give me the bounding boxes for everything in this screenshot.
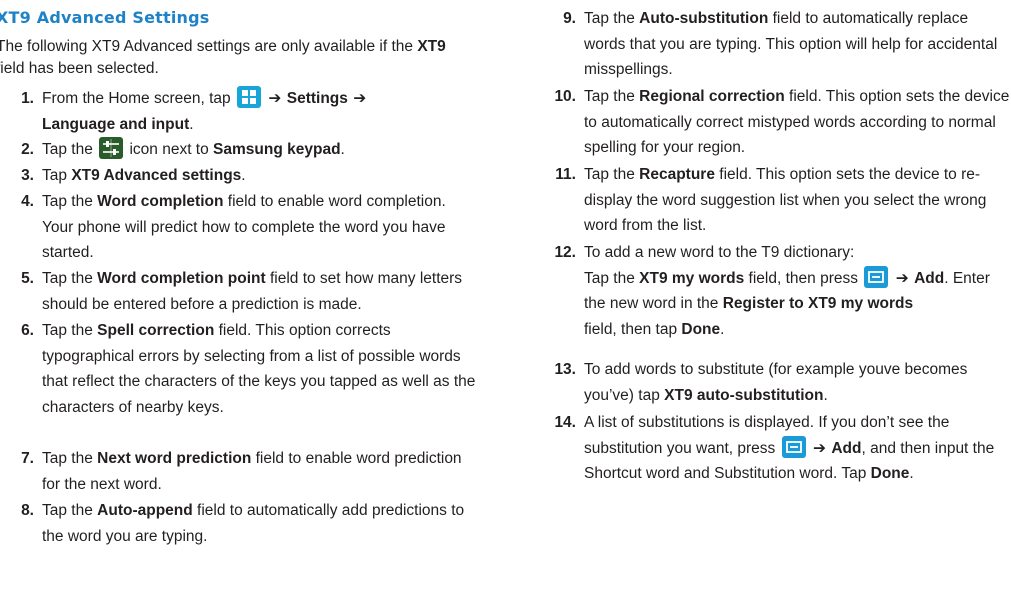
step-8: Tap the Auto-append field to automatical…	[42, 498, 478, 549]
step-text: Tap the	[584, 88, 640, 105]
step-2: Tap the icon next to Samsung keypad.	[42, 137, 478, 163]
step-bold: Register to XT9 my words	[722, 295, 914, 312]
intro-text-end: field has been selected.	[0, 60, 159, 77]
step-text: Tap	[42, 167, 72, 184]
step-11: Tap the Recapture field. This option set…	[584, 162, 1011, 239]
step-text: Tap the	[42, 502, 98, 519]
step-bold: Word completion	[97, 193, 224, 210]
apps-grid-icon	[236, 86, 261, 108]
menu-key-icon	[781, 435, 806, 458]
step-text: field, then press	[744, 269, 863, 287]
step-number: 3.	[21, 167, 34, 184]
step-text: Tap the	[42, 322, 98, 339]
step-text: Tap the	[42, 270, 98, 287]
step-5: Tap the Word completion point field to s…	[42, 266, 478, 317]
step-bold: Add	[831, 439, 862, 457]
step-number: 13.	[554, 361, 576, 378]
step-text: .	[909, 465, 914, 482]
step-number: 5.	[21, 270, 34, 287]
intro-bold-xt9: XT9	[417, 38, 446, 55]
step-number: 6.	[21, 322, 34, 339]
step-bold: Recapture	[639, 166, 715, 183]
step-bold: Auto-substitution	[639, 10, 769, 27]
step-text: Tap the	[42, 450, 98, 467]
step-bold: Spell correction	[97, 322, 215, 339]
arrow-icon: ➔	[262, 89, 287, 107]
step-bold: Done	[681, 320, 721, 338]
step-number: 4.	[21, 193, 34, 210]
arrow-icon: ➔	[807, 438, 832, 457]
step-3: Tap XT9 Advanced settings.	[42, 163, 478, 189]
step-number: 10.	[554, 88, 576, 105]
step-text: Tap the	[42, 193, 98, 210]
step-10: Tap the Regional correction field. This …	[584, 84, 1011, 161]
step-9: Tap the Auto-substitution field to autom…	[584, 6, 1011, 83]
step-text: Tap the	[584, 10, 640, 27]
step-bold: Settings	[286, 90, 348, 107]
step-1: From the Home screen, tap ➔ Settings ➔ L…	[42, 86, 478, 137]
step-bold: XT9 auto-substitution	[664, 386, 824, 404]
step-text: Tap the	[584, 269, 640, 287]
arrow-icon: ➔	[347, 89, 367, 107]
step-number: 2.	[21, 141, 34, 158]
step-bold: XT9 Advanced settings	[71, 167, 242, 184]
step-bold: Regional correction	[639, 88, 785, 105]
step-text: field, then tap	[584, 320, 682, 338]
step-bold: Samsung keypad	[213, 141, 341, 158]
step-bold: Done	[870, 465, 910, 482]
step-12: To add a new word to the T9 dictionary: T…	[584, 240, 1011, 342]
step-text: .	[241, 167, 246, 184]
intro-text: The following XT9 Advanced settings are …	[0, 38, 418, 55]
step-text: Tap the	[584, 166, 640, 183]
step-bold: Language and input	[42, 115, 190, 133]
step-bold: Add	[914, 269, 945, 287]
step-bold: Auto-append	[97, 502, 193, 519]
section-title: XT9 Advanced Settings	[0, 8, 210, 27]
arrow-icon: ➔	[890, 268, 915, 287]
step-bold: XT9 my words	[639, 269, 745, 287]
step-number: 1.	[21, 90, 34, 107]
step-text: From the Home screen, tap	[42, 90, 235, 107]
step-bold: Next word prediction	[97, 450, 252, 467]
menu-key-icon	[864, 265, 889, 288]
step-number: 12.	[554, 244, 576, 261]
step-number: 11.	[555, 166, 576, 183]
step-6: Tap the Spell correction field. This opt…	[42, 318, 478, 420]
step-text: Tap the	[42, 141, 98, 158]
manual-page: XT9 Advanced Settings The following XT9 …	[0, 0, 1011, 602]
step-text: To add a new word to the T9 dictionary:	[584, 244, 855, 261]
step-14: A list of substitutions is displayed. If…	[584, 410, 1011, 487]
step-7: Tap the Next word prediction field to en…	[42, 446, 478, 497]
step-13: To add words to substitute (for example …	[584, 357, 1011, 408]
step-text: .	[720, 320, 725, 338]
step-number: 7.	[21, 450, 34, 467]
step-number: 9.	[563, 10, 576, 27]
keypad-settings-icon	[99, 137, 124, 159]
intro-paragraph: The following XT9 Advanced settings are …	[0, 36, 472, 80]
step-text: icon next to	[125, 141, 214, 158]
step-bold: Word completion point	[97, 270, 266, 287]
step-text: .	[823, 386, 828, 404]
step-text: .	[340, 141, 345, 158]
step-number: 14.	[554, 414, 576, 431]
step-number: 8.	[21, 502, 34, 519]
step-4: Tap the Word completion field to enable …	[42, 189, 478, 266]
step-text: .	[189, 115, 194, 133]
